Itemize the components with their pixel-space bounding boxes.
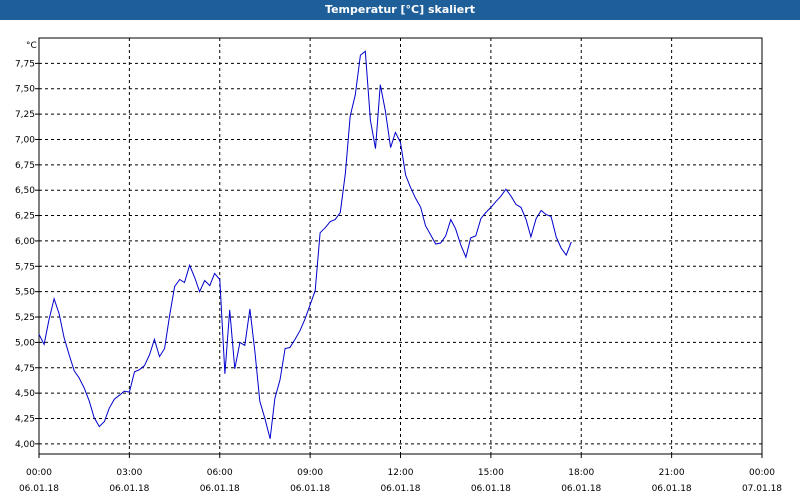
temperature-series-line: [38, 50, 572, 439]
series-layer: [38, 50, 572, 439]
x-tick-time-label: 00:00: [749, 468, 775, 478]
x-tick-time-label: 06:00: [207, 468, 233, 478]
x-tick-labels: 00:00 06.01.18 03:00 06.01.18 06:00 06.01.18 0…: [19, 468, 782, 494]
y-tick-label: 7,75: [15, 59, 35, 69]
x-tick-time-label: 00:00: [26, 468, 52, 478]
y-tick-label: 5,00: [15, 338, 35, 348]
axes: [35, 37, 763, 458]
x-tick-date-label: 06.01.18: [290, 484, 330, 494]
y-tick-label: 4,50: [15, 389, 35, 399]
y-tick-label: 6,25: [15, 212, 35, 222]
grid: [39, 38, 762, 454]
x-tick-date-label: 06.01.18: [200, 484, 240, 494]
x-tick-date-label: 06.01.18: [19, 484, 59, 494]
x-tick-date-label: 06.01.18: [109, 484, 149, 494]
y-tick-label: 7,25: [15, 110, 35, 120]
chart-title: Temperatur [°C] skaliert: [325, 3, 475, 16]
y-tick-label: 5,25: [15, 313, 35, 323]
x-tick-time-label: 21:00: [659, 468, 685, 478]
x-tick-time-label: 12:00: [388, 468, 414, 478]
x-tick-date-label: 06.01.18: [652, 484, 692, 494]
x-tick-time-label: 03:00: [116, 468, 142, 478]
y-tick-label: 5,75: [15, 262, 35, 272]
y-tick-label: 5,50: [15, 288, 35, 298]
x-tick-date-label: 06.01.18: [380, 484, 420, 494]
y-tick-label: 6,75: [15, 161, 35, 171]
x-tick-date-label: 06.01.18: [561, 484, 601, 494]
x-tick-time-label: 18:00: [568, 468, 594, 478]
y-tick-labels: 4,00 4,25 4,50 4,75 5,00 5,25 5,50 5,75 6,00 6,25…: [15, 59, 35, 449]
y-tick-label: 4,75: [15, 364, 35, 374]
y-tick-label: 7,00: [15, 135, 35, 145]
y-tick-label: 4,25: [15, 414, 35, 424]
x-tick-time-label: 09:00: [297, 468, 323, 478]
chart-title-bar: Temperatur [°C] skaliert: [0, 0, 800, 20]
y-tick-label: 4,00: [15, 440, 35, 450]
x-tick-time-label: 15:00: [478, 468, 504, 478]
x-tick-date-label: 07.01.18: [742, 484, 782, 494]
temperature-chart: 4,00 4,25 4,50 4,75 5,00 5,25 5,50 5,75 6,00 6,25…: [15, 37, 782, 494]
y-axis-unit-label: °C: [26, 41, 37, 51]
y-tick-label: 7,50: [15, 85, 35, 95]
x-tick-date-label: 06.01.18: [471, 484, 511, 494]
y-tick-label: 6,50: [15, 186, 35, 196]
y-tick-label: 6,00: [15, 237, 35, 247]
